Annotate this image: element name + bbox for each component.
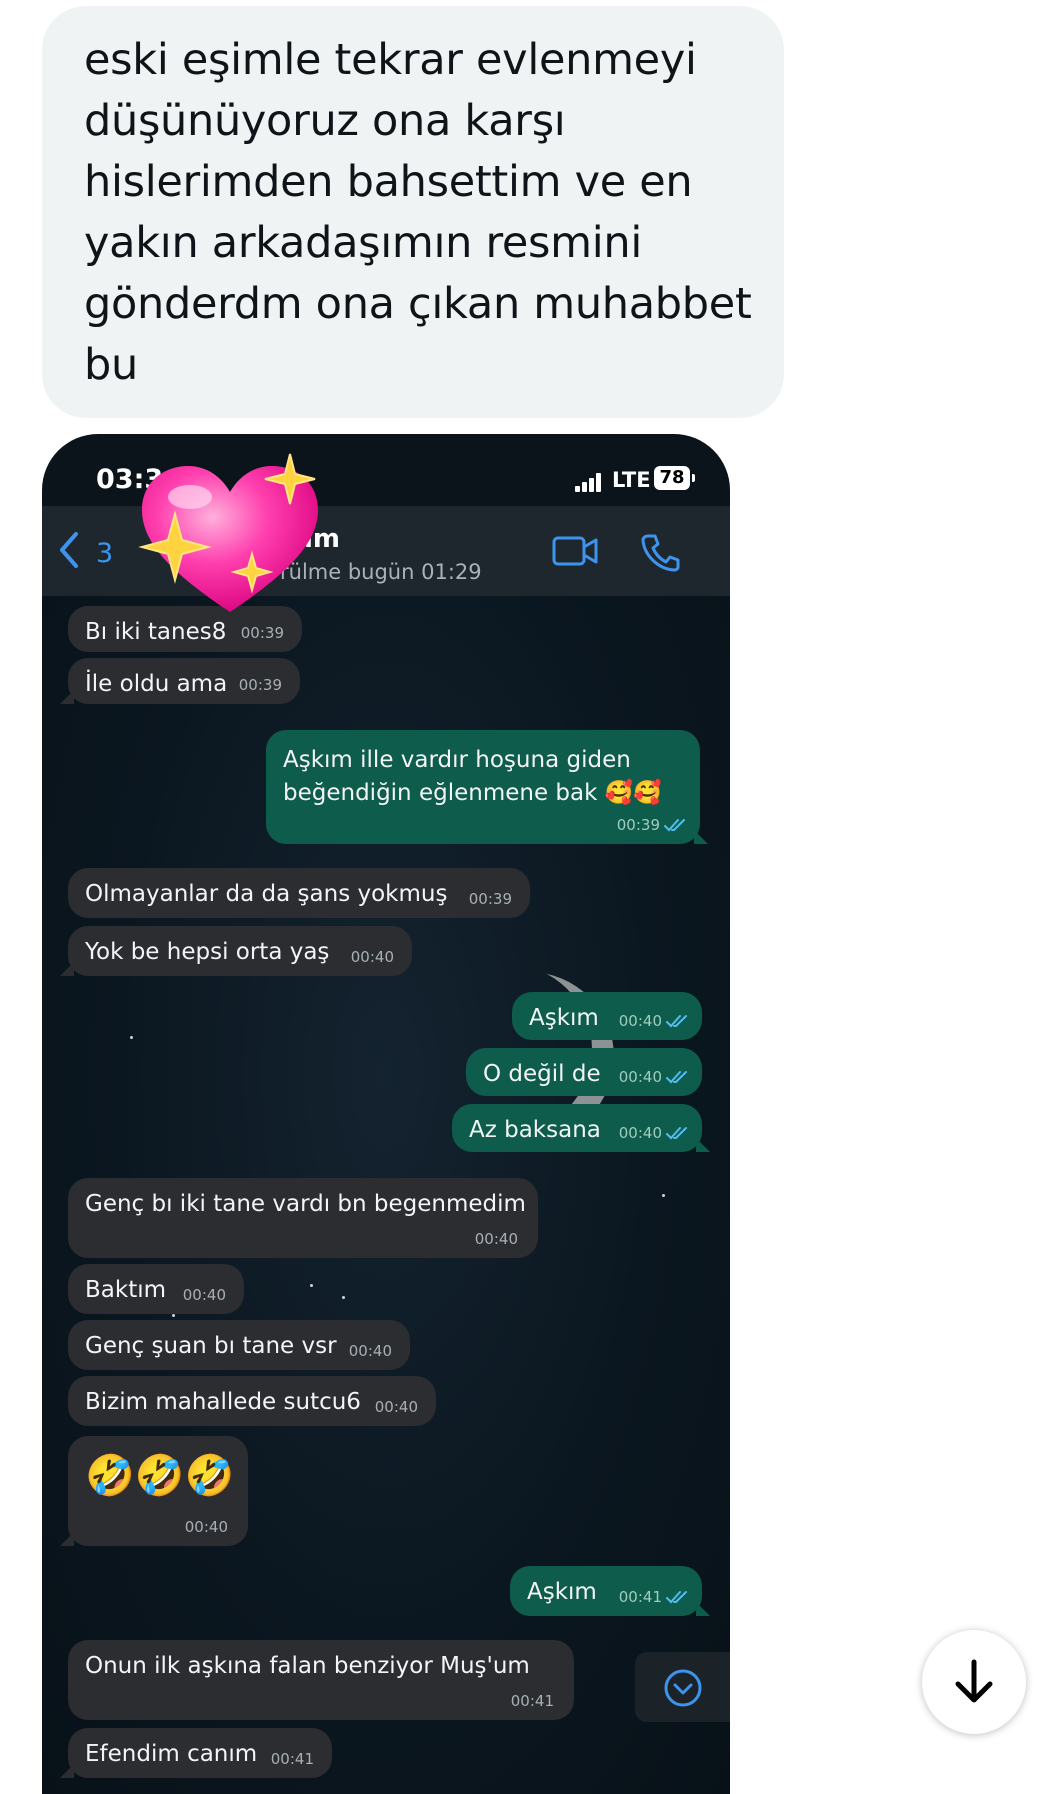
network-label: LTE bbox=[612, 468, 651, 492]
message-time: 00:40 bbox=[618, 1068, 662, 1086]
arrow-down-icon bbox=[955, 1659, 993, 1703]
page-scroll-down-button[interactable] bbox=[922, 1630, 1026, 1734]
tweet-text-bubble: eski eşimle tekrar evlenmeyi düşünüyoruz… bbox=[42, 6, 784, 418]
chevron-down-circle-icon bbox=[664, 1669, 702, 1707]
message-time: 00:40 bbox=[374, 1398, 418, 1416]
incoming-message[interactable]: Efendim canım 00:41 bbox=[60, 1728, 332, 1778]
message-time: 00:40 bbox=[618, 1124, 662, 1142]
message-time: 00:40 bbox=[350, 948, 394, 966]
outgoing-message[interactable]: O değil de 00:40 bbox=[466, 1048, 702, 1096]
read-receipt-icon bbox=[666, 1127, 687, 1140]
message-time: 00:41 bbox=[270, 1750, 314, 1768]
message-text: Onun ilk aşkına falan benziyor Muş'um bbox=[85, 1653, 530, 1679]
back-chevron-icon[interactable] bbox=[56, 530, 96, 570]
sparkling-heart-sticker bbox=[138, 453, 318, 612]
incoming-message[interactable]: Onun ilk aşkına falan benziyor Muş'um 00:… bbox=[68, 1640, 574, 1720]
outgoing-message[interactable]: Aşkım 00:41 bbox=[510, 1566, 710, 1616]
incoming-message[interactable]: Baktım 00:40 bbox=[68, 1264, 244, 1314]
chat-screenshot[interactable]: 03:3 LTE 78 3 ım rülme bugün 01:29 Bı ik… bbox=[42, 434, 730, 1794]
incoming-message[interactable]: Genç bı iki tane vardı bn begenmedim 00:4… bbox=[68, 1178, 538, 1258]
message-text: Az baksana bbox=[469, 1117, 601, 1143]
message-time: 00:39 bbox=[616, 816, 660, 834]
message-text: Genç şuan bı tane vsr bbox=[85, 1333, 337, 1359]
message-text: İle oldu ama bbox=[85, 671, 228, 697]
signal-icon bbox=[575, 472, 605, 492]
incoming-message[interactable]: 🤣🤣🤣 00:40 bbox=[60, 1436, 248, 1546]
bubble-tail bbox=[60, 962, 74, 976]
read-receipt-icon bbox=[666, 1015, 687, 1028]
incoming-message[interactable]: Bizim mahallede sutcu6 00:40 bbox=[68, 1376, 436, 1426]
bubble-tail bbox=[696, 1602, 710, 1616]
message-text: Genç bı iki tane vardı bn begenmedim bbox=[85, 1191, 526, 1217]
read-receipt-icon bbox=[666, 1591, 687, 1604]
phone-call-icon[interactable] bbox=[640, 532, 680, 576]
incoming-message[interactable]: İle oldu ama 00:39 bbox=[60, 658, 300, 704]
chat-scroll-down-button[interactable] bbox=[635, 1652, 730, 1722]
message-time: 00:41 bbox=[618, 1588, 662, 1606]
message-text: Aşkım bbox=[527, 1579, 597, 1605]
message-text: Olmayanlar da da şans yokmuş bbox=[85, 881, 448, 907]
outgoing-message[interactable]: Aşkım 00:40 bbox=[512, 992, 702, 1040]
battery-icon: 78 bbox=[654, 466, 695, 490]
message-text: Aşkım ille vardır hoşuna giden beğendiği… bbox=[283, 747, 663, 806]
message-time: 00:41 bbox=[510, 1692, 554, 1710]
message-text: Yok be hepsi orta yaş bbox=[85, 939, 330, 965]
tweet-text: eski eşimle tekrar evlenmeyi düşünüyoruz… bbox=[84, 35, 752, 390]
message-time: 00:40 bbox=[184, 1518, 228, 1536]
message-time: 00:39 bbox=[240, 624, 284, 642]
outgoing-message[interactable]: Az baksana 00:40 bbox=[452, 1104, 710, 1152]
outgoing-message[interactable]: Aşkım ille vardır hoşuna giden beğendiği… bbox=[266, 730, 708, 844]
bubble-tail bbox=[60, 690, 74, 704]
message-time: 00:40 bbox=[182, 1286, 226, 1304]
message-text: O değil de bbox=[483, 1061, 601, 1087]
message-text: Efendim canım bbox=[85, 1741, 258, 1767]
message-text: Aşkım bbox=[529, 1005, 599, 1031]
bubble-tail bbox=[60, 1764, 74, 1778]
message-time: 00:40 bbox=[474, 1230, 518, 1248]
message-text: Baktım bbox=[85, 1277, 167, 1303]
incoming-message[interactable]: Yok be hepsi orta yaş 00:40 bbox=[60, 926, 412, 976]
incoming-message[interactable]: Genç şuan bı tane vsr 00:40 bbox=[68, 1320, 410, 1370]
bubble-tail bbox=[694, 830, 708, 844]
read-receipt-icon bbox=[664, 819, 685, 832]
read-receipt-icon bbox=[666, 1071, 687, 1084]
message-text: Bizim mahallede sutcu6 bbox=[85, 1389, 361, 1415]
unread-count[interactable]: 3 bbox=[96, 538, 113, 569]
message-time: 00:39 bbox=[238, 676, 282, 694]
message-text: 🤣🤣🤣 bbox=[85, 1453, 235, 1499]
bubble-tail bbox=[696, 1138, 710, 1152]
bubble-tail bbox=[60, 1532, 74, 1546]
message-time: 00:40 bbox=[348, 1342, 392, 1360]
message-time: 00:39 bbox=[468, 890, 512, 908]
incoming-message[interactable]: Olmayanlar da da şans yokmuş 00:39 bbox=[68, 868, 530, 918]
video-call-icon[interactable] bbox=[552, 534, 600, 572]
message-time: 00:40 bbox=[618, 1012, 662, 1030]
